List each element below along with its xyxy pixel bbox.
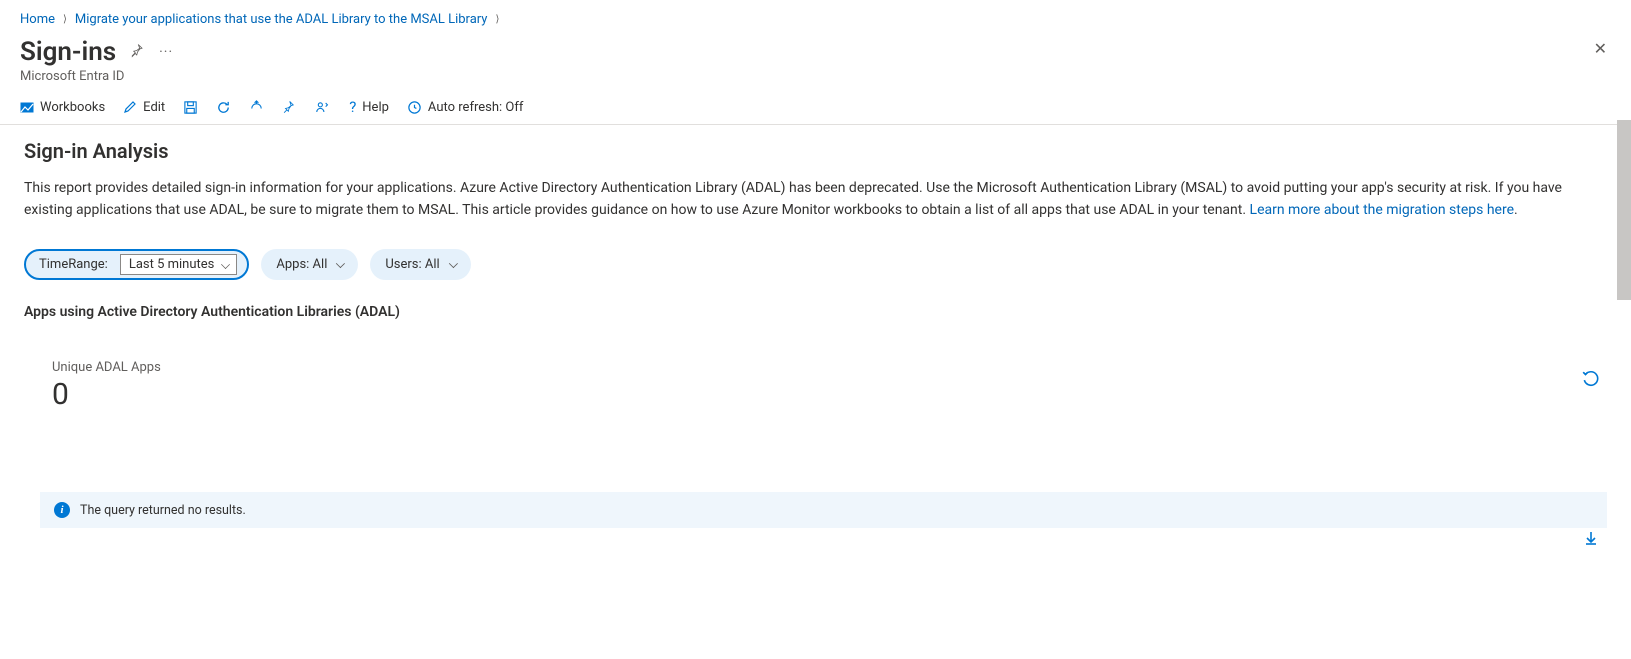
metric-value: 0 xyxy=(52,377,1607,412)
workbooks-button[interactable]: Workbooks xyxy=(20,100,105,115)
scrollbar-thumb[interactable] xyxy=(1617,120,1631,300)
edit-label: Edit xyxy=(143,100,165,115)
chevron-right-icon: ⟩ xyxy=(495,14,499,25)
help-button[interactable]: ? Help xyxy=(349,98,389,116)
question-icon: ? xyxy=(349,98,356,116)
apps-filter[interactable]: Apps: All xyxy=(261,249,358,280)
subsection-label: Apps using Active Directory Authenticati… xyxy=(24,304,1607,320)
learn-more-link[interactable]: Learn more about the migration steps her… xyxy=(1250,202,1514,218)
auto-refresh-label: Auto refresh: Off xyxy=(428,100,523,115)
info-bar: i The query returned no results. xyxy=(40,492,1607,528)
main-content: Sign-in Analysis This report provides de… xyxy=(0,125,1631,412)
save-icon[interactable] xyxy=(183,100,198,115)
breadcrumb-migrate[interactable]: Migrate your applications that use the A… xyxy=(75,12,488,27)
time-range-label: TimeRange: xyxy=(39,257,108,272)
info-icon: i xyxy=(54,502,70,518)
workbooks-label: Workbooks xyxy=(40,100,105,115)
chevron-right-icon: ⟩ xyxy=(63,14,67,25)
users-filter-label: Users: All xyxy=(385,257,439,272)
description-period: . xyxy=(1514,202,1518,218)
chevron-down-icon xyxy=(336,259,345,268)
chevron-down-icon xyxy=(449,259,458,268)
filter-row: TimeRange: Last 5 minutes Apps: All User… xyxy=(24,249,1607,280)
metric-title: Unique ADAL Apps xyxy=(52,360,1607,375)
breadcrumb: Home ⟩ Migrate your applications that us… xyxy=(0,0,1631,33)
page-title: Sign-ins xyxy=(20,37,116,67)
share-icon[interactable] xyxy=(249,100,264,115)
pin-icon[interactable] xyxy=(130,43,145,62)
page-subtitle: Microsoft Entra ID xyxy=(20,69,173,84)
section-title: Sign-in Analysis xyxy=(24,139,1607,163)
pin-toolbar-icon[interactable] xyxy=(282,100,297,115)
metric-block: Unique ADAL Apps 0 xyxy=(24,360,1607,412)
time-range-select[interactable]: Last 5 minutes xyxy=(120,254,238,275)
time-range-filter[interactable]: TimeRange: Last 5 minutes xyxy=(24,249,249,280)
people-icon[interactable] xyxy=(315,100,331,115)
section-description: This report provides detailed sign-in in… xyxy=(24,177,1564,221)
info-text: The query returned no results. xyxy=(80,503,246,518)
breadcrumb-home[interactable]: Home xyxy=(20,12,55,27)
auto-refresh-button[interactable]: Auto refresh: Off xyxy=(407,100,523,115)
refresh-icon[interactable] xyxy=(216,100,231,115)
edit-button[interactable]: Edit xyxy=(123,100,165,115)
toolbar: Workbooks Edit ? Help Auto refresh: Off xyxy=(0,84,1631,125)
more-icon[interactable]: ··· xyxy=(159,44,173,60)
undo-icon[interactable] xyxy=(1581,370,1599,392)
page-header: Sign-ins ··· Microsoft Entra ID ✕ xyxy=(0,33,1631,84)
close-icon[interactable]: ✕ xyxy=(1594,39,1607,58)
help-label: Help xyxy=(362,100,389,115)
download-icon[interactable] xyxy=(1583,530,1599,550)
apps-filter-label: Apps: All xyxy=(276,257,327,272)
users-filter[interactable]: Users: All xyxy=(370,249,470,280)
